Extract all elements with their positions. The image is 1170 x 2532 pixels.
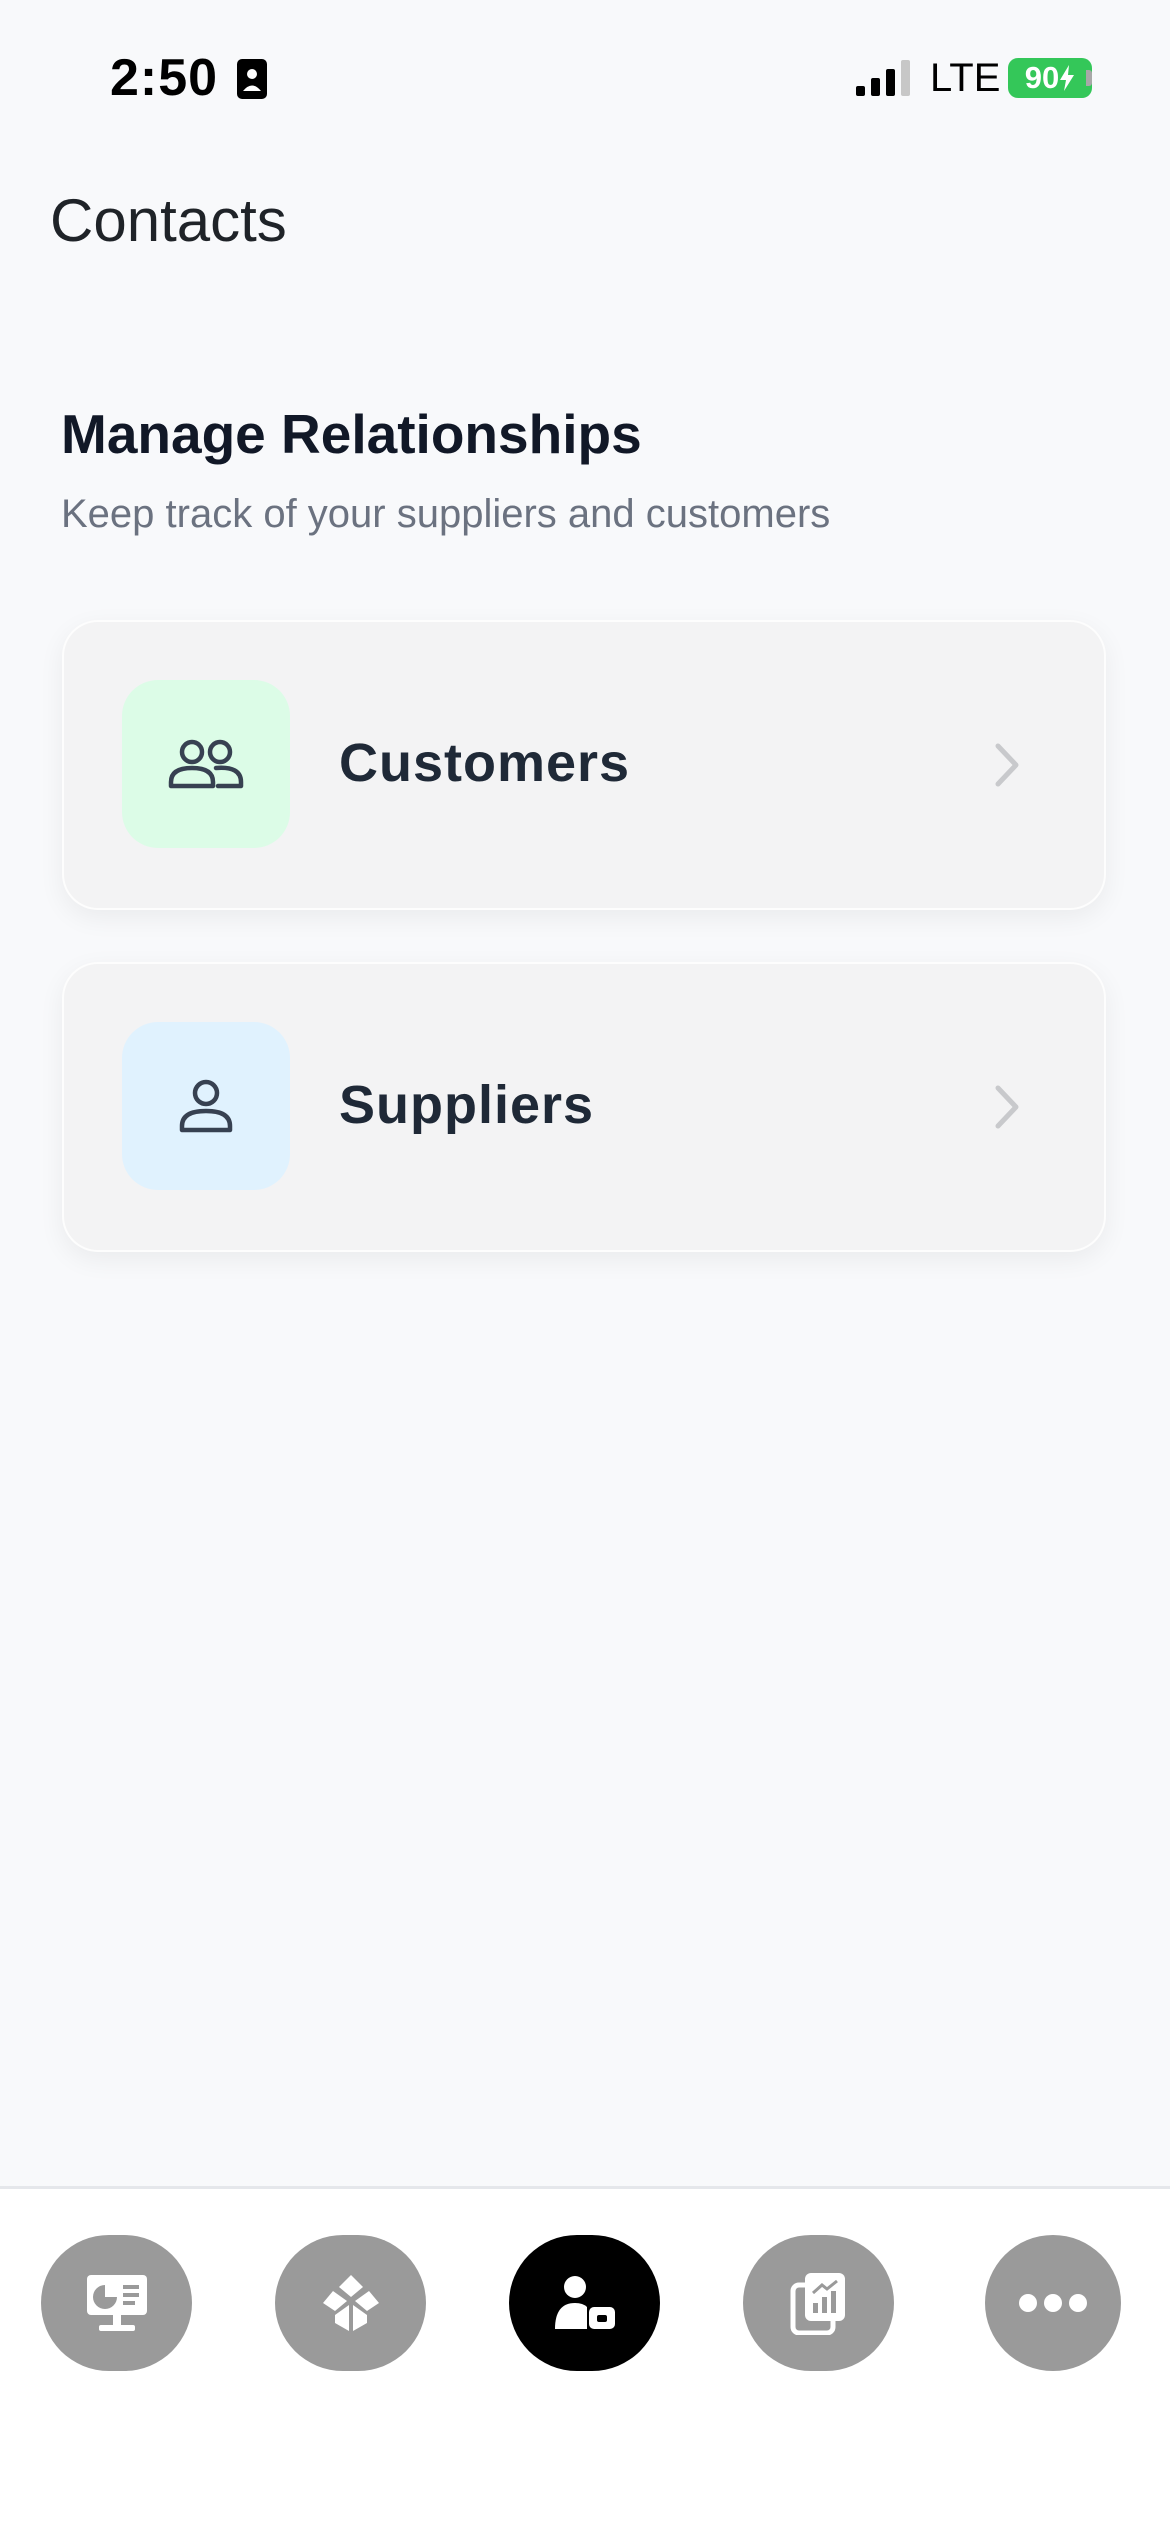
customers-icon-box <box>122 680 290 848</box>
status-time: 2:50 <box>110 49 219 107</box>
suppliers-card[interactable]: Suppliers <box>62 962 1106 1252</box>
section-subtitle: Keep track of your suppliers and custome… <box>61 492 831 536</box>
nav-dashboard[interactable] <box>41 2235 192 2371</box>
nav-reports[interactable] <box>743 2235 894 2371</box>
network-type: LTE <box>930 56 1001 100</box>
section-title: Manage Relationships <box>61 403 642 465</box>
suppliers-icon-box <box>122 1022 290 1190</box>
reports-icon <box>790 2273 845 2335</box>
battery-nub <box>1086 70 1092 86</box>
inventory-icon <box>322 2275 379 2331</box>
battery-level: 90 <box>1024 60 1060 95</box>
id-card-icon <box>237 59 267 99</box>
contacts-screen: 2:50 LTE 90 Contacts Manage Relationship… <box>0 0 1170 2532</box>
nav-contacts[interactable] <box>509 2235 660 2371</box>
chevron-right-icon <box>995 1085 1019 1129</box>
suppliers-label: Suppliers <box>339 1075 595 1135</box>
contacts-icon <box>554 2276 615 2329</box>
customers-label: Customers <box>339 733 631 793</box>
page-title: Contacts <box>50 187 287 254</box>
dashboard-icon <box>86 2275 147 2331</box>
customers-card[interactable]: Customers <box>62 620 1106 910</box>
status-bar: 2:50 LTE 90 <box>0 0 1170 150</box>
bottom-nav <box>0 2186 1170 2532</box>
nav-inventory[interactable] <box>275 2235 426 2371</box>
battery-indicator: 90 <box>1008 58 1092 98</box>
more-icon <box>1019 2294 1087 2312</box>
nav-more[interactable] <box>985 2235 1121 2371</box>
signal-icon <box>856 60 910 96</box>
charging-bolt-icon <box>1060 65 1075 91</box>
chevron-right-icon <box>995 743 1019 787</box>
user-icon <box>179 1079 233 1133</box>
users-icon <box>168 739 244 789</box>
